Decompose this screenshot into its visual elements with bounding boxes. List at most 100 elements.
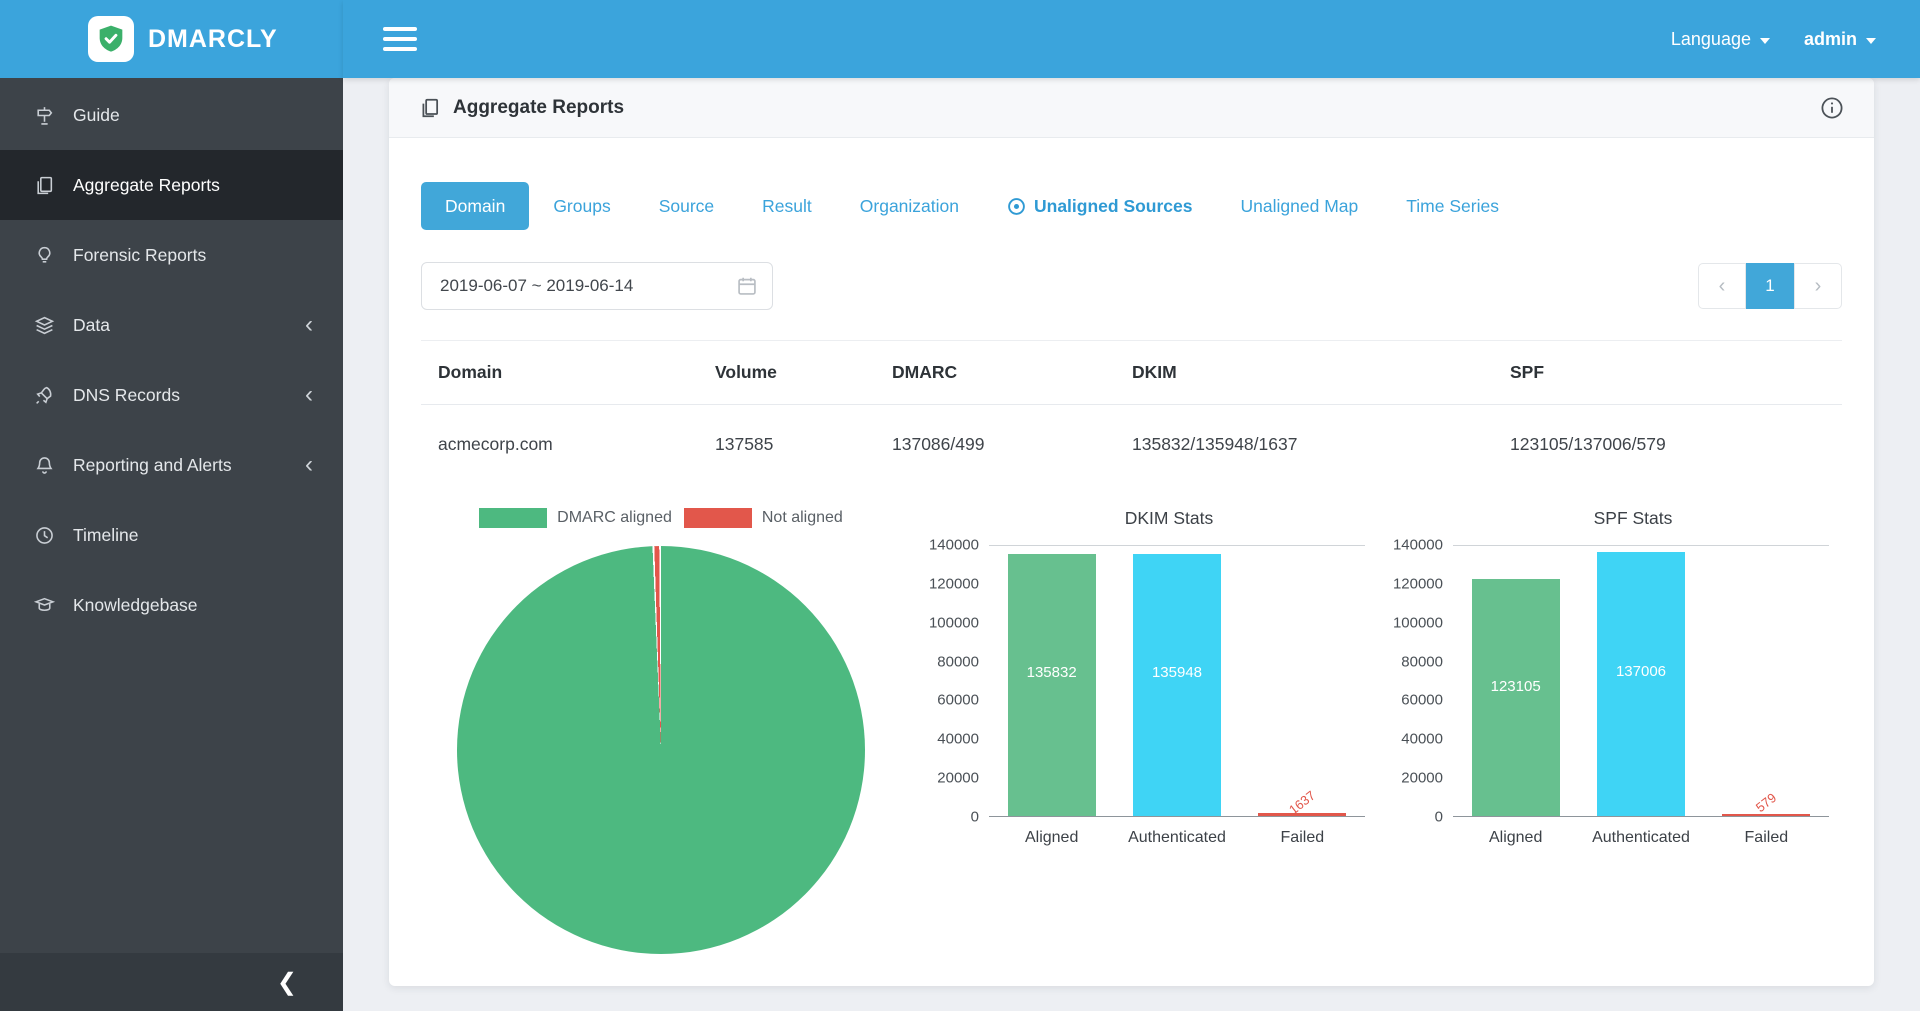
bar-value-label: 1637 xyxy=(1286,788,1318,818)
dkim-stats-chart: DKIM Stats 02000040000600008000010000012… xyxy=(913,508,1365,847)
brand-name: DMARCLY xyxy=(148,25,278,54)
y-tick-label: 100000 xyxy=(929,614,979,631)
topbar: Language admin xyxy=(343,0,1920,78)
tab-source[interactable]: Source xyxy=(635,182,738,230)
filter-row: 2019-06-07 ~ 2019-06-14 ‹ 1 › xyxy=(421,262,1842,310)
tab-time-series[interactable]: Time Series xyxy=(1382,182,1523,230)
table-header-row: Domain Volume DMARC DKIM SPF xyxy=(421,341,1842,405)
brand-area: DMARCLY xyxy=(0,0,343,78)
x-tick-label: Failed xyxy=(1704,829,1829,847)
sidebar: Guide Aggregate Reports Forensic Reports… xyxy=(0,78,343,1011)
sidebar-item-timeline[interactable]: Timeline xyxy=(0,500,343,570)
sidebar-item-data[interactable]: Data ‹ xyxy=(0,290,343,360)
legend-swatch-aligned xyxy=(479,508,547,528)
sidebar-item-label: Forensic Reports xyxy=(73,245,206,266)
card-body: Domain Groups Source Result Organization… xyxy=(389,182,1874,954)
aggregate-report-table: Domain Volume DMARC DKIM SPF acmecorp.co… xyxy=(421,340,1842,484)
sidebar-item-reporting-and-alerts[interactable]: Reporting and Alerts ‹ xyxy=(0,430,343,500)
pie-legend: DMARC aligned Not aligned xyxy=(421,508,901,528)
tab-label: Unaligned Map xyxy=(1241,196,1359,217)
page-title: Aggregate Reports xyxy=(453,97,624,119)
tab-domain[interactable]: Domain xyxy=(421,182,529,230)
y-tick-label: 120000 xyxy=(1393,575,1443,592)
column-header: Volume xyxy=(698,341,875,405)
prev-page-button[interactable]: ‹ xyxy=(1698,263,1746,309)
y-tick-label: 60000 xyxy=(937,692,979,709)
menu-toggle-button[interactable] xyxy=(383,27,417,51)
graduation-cap-icon xyxy=(34,595,55,616)
sidebar-item-aggregate-reports[interactable]: Aggregate Reports xyxy=(0,150,343,220)
tab-result[interactable]: Result xyxy=(738,182,836,230)
sidebar-item-knowledgebase[interactable]: Knowledgebase xyxy=(0,570,343,640)
column-header: Domain xyxy=(421,341,698,405)
x-tick-label: Aligned xyxy=(989,829,1114,847)
y-tick-label: 80000 xyxy=(1401,653,1443,670)
sidebar-item-label: Reporting and Alerts xyxy=(73,455,232,476)
bar-authenticated: 137006 xyxy=(1597,552,1685,816)
sidebar-item-label: DNS Records xyxy=(73,385,180,406)
sidebar-footer: ❮ xyxy=(0,953,343,1011)
spf-stats-chart: SPF Stats 020000400006000080000100000120… xyxy=(1377,508,1829,847)
x-axis-labels: AlignedAuthenticatedFailed xyxy=(1453,829,1829,847)
tab-groups[interactable]: Groups xyxy=(529,182,634,230)
sidebar-item-dns-records[interactable]: DNS Records ‹ xyxy=(0,360,343,430)
cell-spf: 123105/137006/579 xyxy=(1493,405,1842,485)
tab-unaligned-map[interactable]: Unaligned Map xyxy=(1217,182,1383,230)
chevron-down-icon xyxy=(1866,38,1876,44)
legend-label: DMARC aligned xyxy=(557,509,672,527)
dmarc-pie-section: DMARC aligned Not aligned xyxy=(421,508,901,954)
reports-icon xyxy=(419,97,441,119)
cell-domain: acmecorp.com xyxy=(421,405,698,485)
y-axis: 020000400006000080000100000120000140000 xyxy=(913,545,989,817)
y-axis: 020000400006000080000100000120000140000 xyxy=(1377,545,1453,817)
next-page-button[interactable]: › xyxy=(1794,263,1842,309)
collapse-sidebar-button[interactable]: ❮ xyxy=(277,968,297,997)
y-tick-label: 0 xyxy=(1435,809,1443,826)
chevron-left-icon: ‹ xyxy=(305,313,313,337)
main-content: Aggregate Reports Domain Groups Source R… xyxy=(343,78,1920,1011)
language-dropdown[interactable]: Language xyxy=(1671,29,1770,50)
tab-unaligned-sources[interactable]: Unaligned Sources xyxy=(983,182,1217,230)
legend-swatch-notaligned xyxy=(684,508,752,528)
chart-title: DKIM Stats xyxy=(913,508,1365,529)
tab-organization[interactable]: Organization xyxy=(836,182,983,230)
tab-label: Time Series xyxy=(1406,196,1499,217)
y-tick-label: 120000 xyxy=(929,575,979,592)
bar-aligned: 123105 xyxy=(1472,579,1560,816)
next-icon: › xyxy=(1815,275,1822,298)
x-tick-label: Aligned xyxy=(1453,829,1578,847)
table-row: acmecorp.com 137585 137086/499 135832/13… xyxy=(421,405,1842,485)
user-menu[interactable]: admin xyxy=(1804,29,1876,50)
x-axis-labels: AlignedAuthenticatedFailed xyxy=(989,829,1365,847)
page-1-button[interactable]: 1 xyxy=(1746,263,1794,309)
bell-icon xyxy=(34,455,55,476)
date-range-value: 2019-06-07 ~ 2019-06-14 xyxy=(440,276,633,296)
clock-icon xyxy=(34,525,55,546)
y-tick-label: 20000 xyxy=(1401,770,1443,787)
column-header: DKIM xyxy=(1115,341,1493,405)
chart-title: SPF Stats xyxy=(1377,508,1829,529)
report-tabs: Domain Groups Source Result Organization… xyxy=(421,182,1842,230)
sidebar-item-guide[interactable]: Guide xyxy=(0,80,343,150)
sidebar-item-label: Timeline xyxy=(73,525,138,546)
sidebar-item-forensic-reports[interactable]: Forensic Reports xyxy=(0,220,343,290)
sidebar-item-label: Data xyxy=(73,315,110,336)
chevron-left-icon: ‹ xyxy=(305,383,313,407)
dmarc-pie xyxy=(457,546,865,954)
page-number: 1 xyxy=(1765,276,1774,296)
sidebar-item-label: Aggregate Reports xyxy=(73,175,220,196)
plot-area: 123105 137006 579 xyxy=(1453,545,1829,817)
bar-failed: 579 xyxy=(1722,814,1810,816)
shield-icon xyxy=(95,23,127,55)
calendar-icon xyxy=(736,275,758,297)
y-tick-label: 20000 xyxy=(937,770,979,787)
y-tick-label: 60000 xyxy=(1401,692,1443,709)
username-label: admin xyxy=(1804,29,1857,50)
legend-label: Not aligned xyxy=(762,509,843,527)
date-range-picker[interactable]: 2019-06-07 ~ 2019-06-14 xyxy=(421,262,773,310)
tab-label: Domain xyxy=(445,196,505,217)
app: DMARCLY Language admin Guide A xyxy=(0,0,1920,1011)
tab-label: Organization xyxy=(860,196,959,217)
bar-failed: 1637 xyxy=(1258,813,1346,816)
info-icon[interactable] xyxy=(1820,96,1844,120)
